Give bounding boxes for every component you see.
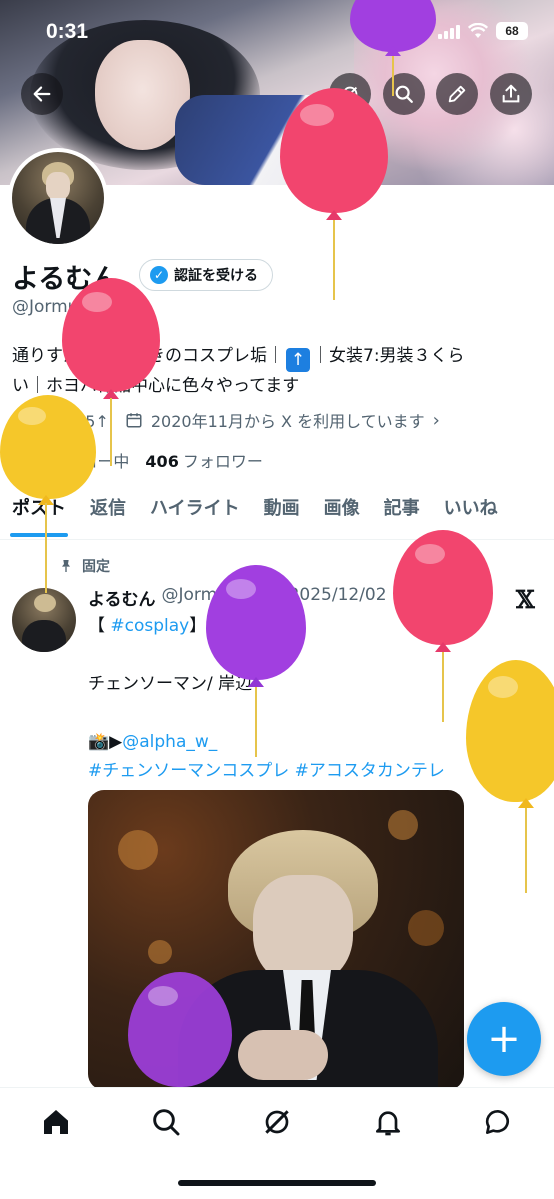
bio-text-2: ｜女装7:男装３くら [312,346,465,366]
verify-label: 認証を受ける [174,268,258,284]
status-icons: 68 [438,22,528,40]
tab-images[interactable]: 画像 [312,490,372,539]
balloon-pink-top [280,88,390,303]
avatar-image [12,152,104,244]
home-indicator [178,1180,376,1186]
followers-link[interactable]: 406 フォロワー [145,448,262,472]
explore-icon[interactable] [150,1106,182,1138]
balloon-yellow-right [466,660,554,895]
joined-text: 2020年11月から X を利用しています [150,412,425,431]
back-icon [33,86,51,102]
balloon-purple-top [350,0,440,100]
balloon-purple-mid [206,565,308,760]
status-bar: 0:31 68 [0,0,554,64]
info-emoji-icon: ↑ [286,348,310,372]
hashtag-cosplay[interactable]: #cosplay [110,616,189,636]
compose-button[interactable]: + [467,1002,541,1076]
notifications-icon[interactable] [372,1106,404,1138]
share-button[interactable] [490,73,532,115]
home-icon[interactable] [40,1106,72,1138]
tweet-hashtags[interactable]: #チェンソーマンコスプレ #アコスタカンテレ [88,761,445,781]
balloon-purple-bottom [128,972,234,1087]
balloon-yellow-left [0,395,98,595]
wifi-icon [468,23,488,38]
share-icon [502,84,520,103]
photographer-mention[interactable]: @alpha_w_ [122,732,217,752]
tweet-author-name[interactable]: よるむん [88,585,156,610]
signal-icon [438,23,460,39]
edit-icon [448,85,466,103]
x-logo-icon: 𝕏 [516,585,535,614]
plus-icon: + [487,1016,521,1062]
tweet-author-avatar[interactable] [12,588,76,652]
edit-button[interactable] [436,73,478,115]
tab-highlights[interactable]: ハイライト [138,490,252,539]
status-time: 0:31 [46,20,89,43]
battery-indicator: 68 [496,22,528,40]
chevron-right-icon[interactable]: › [433,410,440,431]
back-button[interactable] [21,73,63,115]
tab-videos[interactable]: 動画 [252,490,312,539]
grok-nav-icon[interactable] [261,1106,293,1138]
messages-icon[interactable] [482,1106,514,1138]
profile-avatar[interactable] [8,148,108,248]
